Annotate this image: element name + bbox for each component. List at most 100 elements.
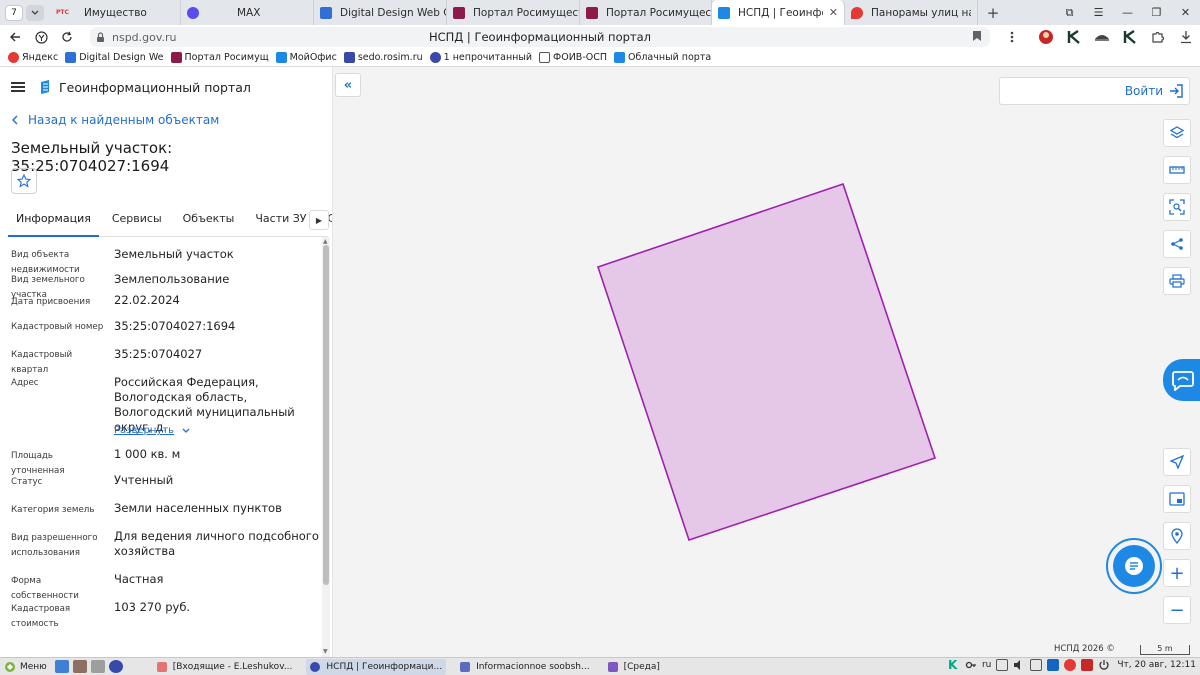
property-label: Кадастровый квартал — [11, 350, 73, 375]
bookmark-item[interactable]: Облачный порта — [614, 52, 711, 63]
browser-tab[interactable]: Digital Design Web Client — [314, 0, 447, 25]
scroll-up-arrow-icon[interactable]: ▲ — [323, 238, 328, 245]
new-tab-button[interactable]: + — [982, 4, 1004, 22]
land-parcel-polygon[interactable] — [596, 182, 937, 542]
arrow-left-icon — [9, 31, 21, 43]
browser-tab-active[interactable]: НСПД | Геоинформац... ✕ — [712, 0, 845, 25]
location-search-button[interactable] — [1163, 522, 1191, 550]
yandex-browser-launch-icon[interactable] — [108, 660, 123, 673]
key-tray-icon[interactable] — [965, 659, 977, 671]
bookmark-item[interactable]: sedo.rosim.ru — [343, 52, 423, 63]
browser-menu-icon[interactable]: ☰ — [1084, 6, 1113, 19]
browser-tab[interactable]: Панорамы улиц на карте — [845, 0, 978, 25]
tab-parcel-parts[interactable]: Части ЗУ — [247, 209, 314, 237]
network-tray-icon[interactable] — [1030, 659, 1043, 671]
download-icon[interactable] — [1176, 27, 1196, 47]
tab-information[interactable]: Информация — [8, 209, 99, 237]
taskbar-task[interactable]: [Входящие - E.Leshukov... — [153, 659, 297, 675]
tab-label: Портал Росимущества — [473, 6, 579, 19]
bookmark-item[interactable]: МойОфис — [275, 52, 337, 63]
login-button[interactable]: Войти — [999, 77, 1190, 105]
taskbar-task-active[interactable]: НСПД | Геоинформаци... — [306, 658, 447, 675]
browser-tab[interactable]: РТС Имущество — [50, 0, 181, 25]
chat-assistant-button[interactable] — [1106, 538, 1162, 594]
measure-button[interactable] — [1163, 156, 1191, 184]
select-area-icon — [1169, 199, 1185, 215]
taskbar-task[interactable]: Informacionnoe soobsh... — [456, 659, 594, 675]
bookmark-icon[interactable] — [972, 30, 982, 42]
tab-list-button[interactable] — [26, 4, 44, 21]
monitor-tray-icon[interactable] — [996, 659, 1009, 671]
extension-hat-icon[interactable] — [1092, 27, 1112, 47]
share-button[interactable] — [1163, 230, 1191, 258]
tab-services[interactable]: Сервисы — [104, 209, 170, 237]
close-window-icon[interactable]: ✕ — [1171, 6, 1200, 19]
browser-tab[interactable]: Портал Росимущества — [447, 0, 580, 25]
zoom-out-button[interactable]: − — [1163, 596, 1191, 624]
zoom-in-button[interactable]: + — [1163, 559, 1191, 587]
chat-app-icon — [607, 661, 618, 672]
hamburger-menu-icon[interactable] — [11, 80, 25, 94]
back-button[interactable] — [4, 26, 26, 48]
tab-count-badge[interactable]: 7 — [5, 4, 23, 21]
double-chevron-left-icon: « — [343, 77, 353, 93]
layers-button[interactable] — [1163, 119, 1191, 147]
power-tray-icon[interactable] — [1098, 659, 1110, 671]
property-label: Категория земель — [11, 505, 95, 515]
kaspersky-extension-icon[interactable] — [1064, 27, 1084, 47]
address-bar[interactable]: nspd.gov.ru НСПД | Геоинформационный пор… — [90, 27, 990, 47]
taskbar-task[interactable]: [Среда] — [604, 659, 664, 675]
yandex-protect-button[interactable] — [30, 26, 52, 48]
bookmark-item[interactable]: 1 непрочитанный — [429, 52, 533, 63]
minimap-button[interactable] — [1163, 485, 1191, 513]
extension-avatar-icon[interactable] — [1036, 27, 1056, 47]
expand-address-link[interactable]: Развернуть — [114, 423, 190, 438]
map-view[interactable]: « Войти + − НСПД 2026 © 5 m — [334, 67, 1200, 657]
collapse-panel-button[interactable]: « — [335, 73, 361, 97]
clock[interactable]: Чт, 20 авг, 12:11 — [1117, 660, 1196, 670]
bookmark-item[interactable]: Портал Росимущ — [170, 52, 269, 63]
print-button[interactable] — [1163, 267, 1191, 295]
maximize-icon[interactable]: ❐ — [1142, 6, 1171, 19]
volume-tray-icon[interactable] — [1013, 659, 1025, 671]
kaspersky-extension-icon-2[interactable] — [1120, 27, 1140, 47]
bookmark-item[interactable]: Яндекс — [8, 52, 58, 63]
window-restore-tabs-icon[interactable]: ⧉ — [1055, 6, 1084, 20]
more-vertical-icon[interactable] — [1002, 27, 1022, 47]
property-label: Форма собственности — [11, 576, 79, 601]
close-tab-icon[interactable]: ✕ — [829, 6, 838, 19]
start-menu-button[interactable]: Меню — [4, 661, 47, 673]
file-manager-icon[interactable] — [72, 660, 87, 673]
scroll-down-arrow-icon[interactable]: ▼ — [323, 648, 328, 655]
property-label: Кадастровый номер — [11, 322, 104, 332]
minimize-icon[interactable]: — — [1113, 6, 1142, 19]
tabs-scroll-right-button[interactable]: ▶ — [309, 210, 329, 230]
rts-favicon-icon: РТС — [56, 9, 69, 16]
show-desktop-icon[interactable] — [54, 660, 69, 673]
select-area-button[interactable] — [1163, 193, 1191, 221]
browser-tab[interactable]: MAX — [181, 0, 314, 25]
property-value: Земли населенных пунктов — [114, 501, 282, 515]
bookmark-label: 1 непрочитанный — [443, 52, 533, 63]
myoffice-favicon-icon — [275, 52, 287, 63]
reload-button[interactable] — [56, 26, 78, 48]
tab-objects[interactable]: Объекты — [175, 209, 243, 237]
terminal-icon[interactable] — [90, 660, 105, 673]
geolocate-button[interactable] — [1163, 448, 1191, 476]
add-favorite-button[interactable] — [11, 168, 37, 194]
bookmark-item[interactable]: ФОИВ-ОСП — [539, 52, 607, 63]
app-tray-icon-3[interactable] — [1081, 659, 1094, 671]
help-widget-button[interactable] — [1163, 359, 1200, 401]
browser-tab[interactable]: Портал Росимущества — [580, 0, 712, 25]
kaspersky-tray-icon[interactable]: K — [948, 659, 960, 671]
info-tabs: Информация Сервисы Объекты Части ЗУ Сост… — [8, 209, 332, 237]
map-canvas[interactable] — [334, 67, 1200, 657]
back-to-results-link[interactable]: Назад к найденным объектам — [12, 113, 219, 127]
keyboard-layout-indicator[interactable]: ru — [982, 660, 991, 670]
app-tray-icon-2[interactable] — [1064, 659, 1077, 671]
app-tray-icon[interactable] — [1047, 659, 1060, 671]
bookmark-item[interactable]: Digital Design We — [65, 52, 164, 63]
panel-scrollbar-thumb[interactable] — [323, 245, 329, 585]
location-pin-icon — [1170, 528, 1184, 544]
extensions-puzzle-icon[interactable] — [1148, 27, 1168, 47]
